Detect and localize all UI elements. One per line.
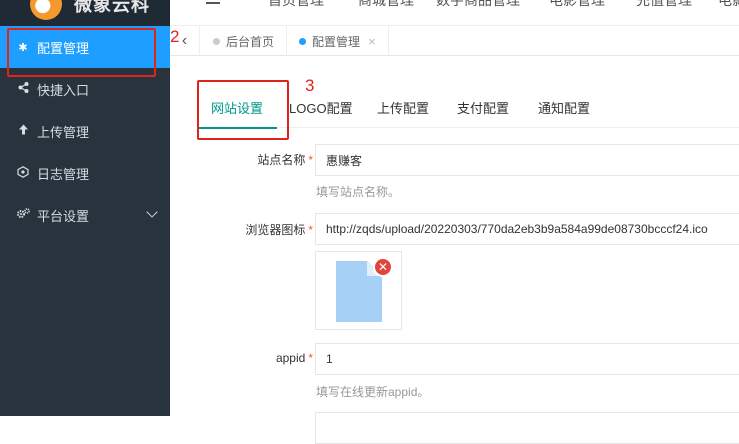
appid-input[interactable] [315, 343, 739, 375]
tab-payment-config[interactable]: 支付配置 [457, 90, 509, 128]
sidebar-item-label: 快捷入口 [37, 82, 90, 98]
tab-label: 后台首页 [226, 34, 275, 49]
tab-label: 配置管理 [312, 34, 361, 49]
sidebar-item-label: 日志管理 [37, 166, 90, 182]
appid-label-row: appid * [170, 351, 313, 367]
main-content: 网站设置 LOGO配置 上传配置 支付配置 通知配置 站点名称* 填写站点名称。… [170, 56, 739, 444]
remove-icon[interactable]: ✕ [373, 257, 393, 277]
top-nav-item[interactable]: 首页管理 [268, 0, 324, 10]
share-icon [16, 82, 30, 96]
site-name-help: 填写站点名称。 [316, 185, 401, 199]
sidebar-item-config[interactable]: ✱ 配置管理 [0, 26, 170, 68]
annotation-number-2: 2 [170, 27, 180, 46]
asterisk-icon: ✱ [18, 41, 28, 54]
top-nav-item[interactable]: 电影管理 [549, 0, 605, 10]
top-navbar: 首页管理 商城管理 数字商品管理 电影管理 充值管理 电影 [170, 0, 739, 26]
arrow-up-icon [16, 124, 30, 138]
status-dot [213, 37, 220, 45]
label-text: 浏览器图标 [245, 223, 306, 237]
config-tabs: 网站设置 LOGO配置 上传配置 支付配置 通知配置 [196, 90, 739, 129]
top-nav-item[interactable]: 商城管理 [358, 0, 414, 10]
sidebar: 微象云科 ✱ 配置管理 快捷入口 上传管理 日志管理 平台设置 [0, 0, 170, 416]
top-nav-item[interactable]: 电影 [718, 0, 739, 10]
label-text: appid [275, 351, 306, 365]
appid-help: 填写在线更新appid。 [316, 385, 430, 399]
app-logo[interactable]: 微象云科 [0, 0, 170, 26]
gears-icon [16, 208, 30, 222]
menu-toggle-icon[interactable] [206, 0, 220, 4]
top-nav-item[interactable]: 充值管理 [636, 0, 692, 10]
sidebar-item-logs[interactable]: 日志管理 [0, 152, 170, 194]
tab-upload-config[interactable]: 上传配置 [377, 90, 429, 128]
logo-icon [30, 0, 62, 20]
tab-site-settings[interactable]: 网站设置 [196, 90, 278, 129]
tab-logo-config[interactable]: LOGO配置 [289, 90, 353, 128]
appid-label: appid * [276, 351, 313, 365]
app-logo-text: 微象云科 [74, 0, 150, 15]
favicon-label-row: 浏览器图标 * [170, 221, 313, 237]
favicon-preview[interactable]: ✕ [315, 251, 402, 330]
close-icon[interactable]: × [368, 34, 376, 49]
sidebar-item-label: 上传管理 [37, 124, 90, 140]
site-name-input[interactable] [315, 144, 739, 176]
required-mark: * [308, 351, 313, 365]
sidebar-item-shortcuts[interactable]: 快捷入口 [0, 68, 170, 110]
tab-config[interactable]: 配置管理 × [287, 26, 389, 56]
sidebar-item-uploads[interactable]: 上传管理 [0, 110, 170, 152]
next-field-input[interactable] [315, 412, 739, 444]
tab-dashboard[interactable]: 后台首页 [201, 26, 288, 56]
sidebar-item-label: 配置管理 [37, 40, 90, 56]
sidebar-item-label: 平台设置 [37, 208, 90, 224]
favicon-url-input[interactable] [315, 213, 739, 245]
required-mark: * [308, 223, 313, 237]
sidebar-item-platform-settings[interactable]: 平台设置 [0, 194, 170, 236]
log-icon [16, 165, 30, 181]
required-mark: * [308, 153, 313, 167]
favicon-label: 浏览器图标 * [245, 221, 313, 238]
site-name-label: 站点名称 * [257, 151, 313, 168]
tab-notify-config[interactable]: 通知配置 [538, 90, 590, 128]
label-text: 站点名称 [257, 153, 306, 167]
status-dot [299, 37, 306, 45]
chevron-down-icon [146, 206, 158, 218]
page-tab-bar: ‹ 后台首页 配置管理 × [170, 26, 739, 56]
top-nav-item[interactable]: 数字商品管理 [436, 0, 520, 10]
site-name-label-row: 站点名称 * [170, 151, 313, 167]
annotation-number-3: 3 [305, 76, 315, 95]
